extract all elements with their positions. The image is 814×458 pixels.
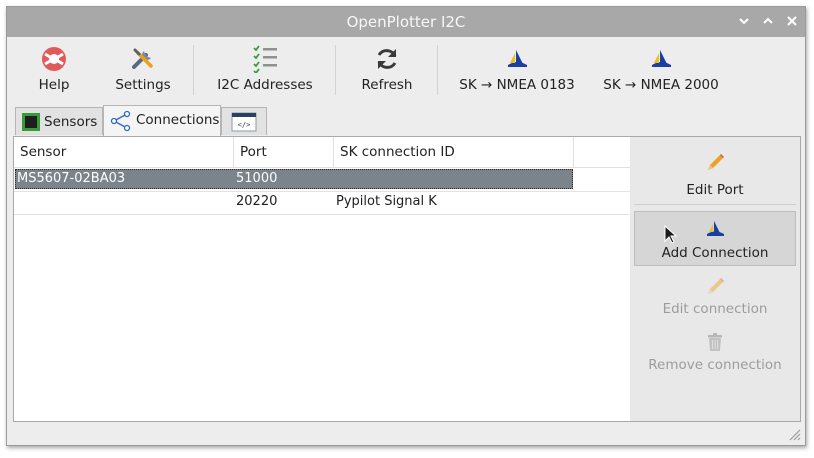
mouse-cursor-icon (664, 225, 678, 244)
sk-nmea0183-label: SK → NMEA 0183 (459, 77, 575, 93)
trash-icon (708, 333, 722, 351)
add-connection-button[interactable]: Add Connection (634, 211, 796, 266)
help-button[interactable]: Help (19, 41, 89, 97)
add-connection-label: Add Connection (661, 245, 769, 261)
signalk-icon (652, 50, 671, 67)
refresh-button[interactable]: Refresh (351, 41, 423, 97)
settings-label: Settings (115, 77, 171, 93)
pencil-icon (708, 278, 724, 294)
remove-connection-button[interactable]: Remove connection (634, 325, 796, 377)
refresh-label: Refresh (361, 77, 413, 93)
window-title: OpenPlotter I2C (346, 13, 466, 31)
edit-port-label: Edit Port (686, 182, 744, 198)
toolbar-separator (193, 45, 194, 95)
chevron-down-icon (739, 18, 749, 25)
sk-nmea2000-button[interactable]: SK → NMEA 2000 (599, 41, 723, 97)
close-button[interactable] (783, 12, 801, 30)
tab-connections-label: Connections (136, 112, 220, 128)
actions-divider (634, 204, 796, 205)
i2c-addresses-button[interactable]: I2C Addresses (211, 41, 319, 97)
cell-sensor: MS5607-02BA03 (17, 171, 126, 186)
tools-icon (132, 48, 153, 69)
chevron-up-icon (763, 17, 773, 24)
tab-connections[interactable]: Connections (103, 105, 221, 136)
maximize-button[interactable] (759, 12, 777, 30)
table-header: Sensor Port SK connection ID (14, 137, 630, 168)
resize-grip-icon[interactable] (787, 427, 801, 441)
edit-connection-button[interactable]: Edit connection (634, 269, 796, 321)
table-row[interactable]: 20220 Pypilot Signal K (14, 191, 630, 215)
tab-sensors[interactable]: Sensors (15, 107, 103, 135)
svg-text:</>: </> (238, 121, 251, 129)
signalk-icon (508, 50, 527, 67)
connections-table[interactable]: Sensor Port SK connection ID MS5607-02BA… (14, 137, 630, 421)
checklist-icon (253, 45, 277, 73)
minimize-button[interactable] (735, 12, 753, 30)
pencil-icon (708, 154, 724, 170)
cell-sk-id: Pypilot Signal K (336, 194, 437, 209)
tab-sensors-label: Sensors (44, 114, 98, 130)
edit-port-button[interactable]: Edit Port (634, 145, 796, 201)
table-row[interactable]: MS5607-02BA03 51000 (14, 168, 630, 192)
cell-port: 20220 (236, 194, 278, 209)
settings-button[interactable]: Settings (107, 41, 179, 97)
sk-nmea2000-label: SK → NMEA 2000 (603, 77, 719, 93)
title-bar[interactable]: OpenPlotter I2C (7, 7, 805, 37)
connections-panel: Sensor Port SK connection ID MS5607-02BA… (13, 136, 801, 422)
tab-code[interactable]: </> (221, 107, 267, 135)
actions-panel: Edit Port Add Connection Edit connection (630, 137, 800, 421)
help-label: Help (38, 77, 70, 93)
close-icon (787, 16, 797, 26)
column-header-port[interactable]: Port (234, 137, 334, 167)
help-icon (42, 47, 66, 71)
share-icon (110, 110, 131, 132)
toolbar-separator (335, 45, 336, 95)
sk-nmea0183-button[interactable]: SK → NMEA 0183 (455, 41, 579, 97)
edit-connection-label: Edit connection (662, 301, 768, 317)
column-header-sensor[interactable]: Sensor (14, 137, 234, 167)
signalk-icon (707, 221, 724, 236)
toolbar-separator (437, 45, 438, 95)
code-window-icon: </> (231, 112, 257, 132)
toolbar: Help Settings I2C Addresses Refresh SK →… (7, 37, 805, 101)
refresh-icon (377, 49, 397, 69)
remove-connection-label: Remove connection (648, 357, 782, 373)
chip-icon (22, 113, 40, 131)
column-header-sk-id[interactable]: SK connection ID (334, 137, 574, 167)
cell-port: 51000 (236, 171, 278, 186)
app-window: OpenPlotter I2C Help Settings I2C Addres… (6, 6, 806, 446)
i2c-addresses-label: I2C Addresses (217, 77, 313, 93)
